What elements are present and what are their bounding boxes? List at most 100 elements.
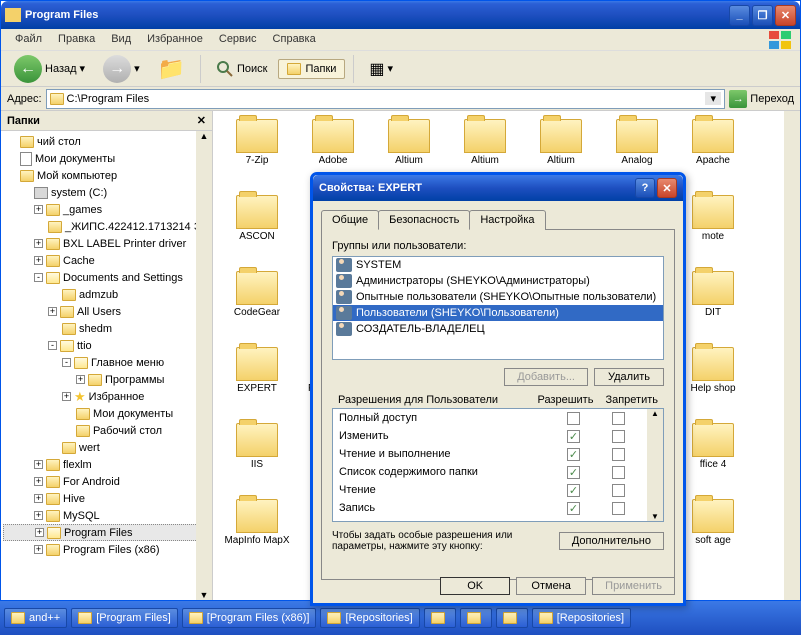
- folder-item[interactable]: IIS: [221, 423, 293, 495]
- plus-icon[interactable]: +: [35, 528, 44, 537]
- allow-checkbox[interactable]: ✓: [567, 430, 580, 443]
- remove-button[interactable]: Удалить: [594, 368, 664, 386]
- tab-general[interactable]: Общие: [321, 210, 379, 230]
- tree-item[interactable]: +Cache: [3, 252, 210, 269]
- tree-item[interactable]: +★Избранное: [3, 388, 210, 405]
- scrollbar[interactable]: [784, 111, 800, 600]
- close-button[interactable]: ✕: [775, 5, 796, 26]
- group-item[interactable]: Администраторы (SHEYKO\Администраторы): [333, 273, 663, 289]
- tree-item[interactable]: чий стол: [3, 133, 210, 150]
- deny-checkbox[interactable]: [612, 412, 625, 425]
- plus-icon[interactable]: +: [62, 392, 71, 401]
- tree-item[interactable]: +BXL LABEL Printer driver: [3, 235, 210, 252]
- minus-icon[interactable]: -: [34, 273, 43, 282]
- deny-checkbox[interactable]: [612, 430, 625, 443]
- titlebar[interactable]: Program Files _ ❐ ✕: [1, 1, 800, 29]
- tree-item[interactable]: +Program Files: [3, 524, 210, 541]
- folder-tree[interactable]: чий столМои документыМой компьютерsystem…: [1, 131, 212, 600]
- tree-item[interactable]: +All Users: [3, 303, 210, 320]
- menu-favorites[interactable]: Избранное: [139, 29, 211, 50]
- add-button[interactable]: Добавить...: [504, 368, 588, 386]
- help-button[interactable]: ?: [635, 178, 655, 198]
- scrollbar[interactable]: [196, 131, 212, 600]
- tab-customize[interactable]: Настройка: [469, 210, 545, 230]
- taskbar-button[interactable]: [Program Files (x86)]: [182, 608, 317, 628]
- menu-help[interactable]: Справка: [265, 29, 324, 50]
- maximize-button[interactable]: ❐: [752, 5, 773, 26]
- menu-file[interactable]: Файл: [7, 29, 50, 50]
- plus-icon[interactable]: +: [76, 375, 85, 384]
- allow-checkbox[interactable]: ✓: [567, 448, 580, 461]
- taskbar-button[interactable]: and++: [4, 608, 67, 628]
- folder-item[interactable]: ASCON: [221, 195, 293, 267]
- plus-icon[interactable]: +: [34, 460, 43, 469]
- plus-icon[interactable]: +: [34, 494, 43, 503]
- group-item[interactable]: Пользователи (SHEYKO\Пользователи): [333, 305, 663, 321]
- tree-item[interactable]: -Главное меню: [3, 354, 210, 371]
- allow-checkbox[interactable]: ✓: [567, 484, 580, 497]
- tree-item[interactable]: +For Android: [3, 473, 210, 490]
- cancel-button[interactable]: Отмена: [516, 577, 586, 595]
- folder-item[interactable]: EXPERT: [221, 347, 293, 419]
- folders-button[interactable]: Папки: [278, 59, 345, 79]
- up-button[interactable]: 📁: [151, 52, 192, 86]
- minus-icon[interactable]: -: [62, 358, 71, 367]
- folder-item[interactable]: MapInfo MapX: [221, 499, 293, 571]
- folder-item[interactable]: DIT: [677, 271, 749, 343]
- tree-item[interactable]: Рабочий стол: [3, 422, 210, 439]
- folder-item[interactable]: Apache: [677, 119, 749, 191]
- address-input[interactable]: C:\Program Files ▾: [46, 89, 726, 109]
- taskbar-button[interactable]: [496, 608, 528, 628]
- menu-view[interactable]: Вид: [103, 29, 139, 50]
- tree-item[interactable]: shedm: [3, 320, 210, 337]
- views-button[interactable]: ▦ ▾: [362, 55, 400, 83]
- taskbar-button[interactable]: [Program Files]: [71, 608, 178, 628]
- folder-item[interactable]: soft age: [677, 499, 749, 571]
- deny-checkbox[interactable]: [612, 502, 625, 515]
- plus-icon[interactable]: +: [34, 545, 43, 554]
- taskbar-button[interactable]: [424, 608, 456, 628]
- tree-item[interactable]: +Программы: [3, 371, 210, 388]
- minus-icon[interactable]: -: [48, 341, 57, 350]
- tree-item[interactable]: +flexlm: [3, 456, 210, 473]
- tree-item[interactable]: _ЖИПС.422412.1713214 Э4: [3, 218, 210, 235]
- plus-icon[interactable]: +: [34, 205, 43, 214]
- folder-item[interactable]: CodeGear: [221, 271, 293, 343]
- tree-item[interactable]: system (C:): [3, 184, 210, 201]
- tree-item[interactable]: admzub: [3, 286, 210, 303]
- taskbar-button[interactable]: [Repositories]: [532, 608, 631, 628]
- go-button[interactable]: → Переход: [729, 90, 794, 108]
- tree-item[interactable]: +_games: [3, 201, 210, 218]
- deny-checkbox[interactable]: [612, 484, 625, 497]
- taskbar-button[interactable]: [460, 608, 492, 628]
- close-button[interactable]: ✕: [657, 178, 677, 198]
- tree-item[interactable]: wert: [3, 439, 210, 456]
- groups-listbox[interactable]: SYSTEMАдминистраторы (SHEYKO\Администрат…: [332, 256, 664, 360]
- group-item[interactable]: СОЗДАТЕЛЬ-ВЛАДЕЛЕЦ: [333, 321, 663, 337]
- tree-item[interactable]: Мои документы: [3, 150, 210, 167]
- chevron-down-icon[interactable]: ▾: [705, 92, 721, 105]
- tree-item[interactable]: +Hive: [3, 490, 210, 507]
- menu-tools[interactable]: Сервис: [211, 29, 265, 50]
- group-item[interactable]: SYSTEM: [333, 257, 663, 273]
- plus-icon[interactable]: +: [34, 239, 43, 248]
- folder-item[interactable]: Help shop: [677, 347, 749, 419]
- folder-item[interactable]: ffice 4: [677, 423, 749, 495]
- allow-checkbox[interactable]: [567, 412, 580, 425]
- menu-edit[interactable]: Правка: [50, 29, 103, 50]
- allow-checkbox[interactable]: ✓: [567, 502, 580, 515]
- minimize-button[interactable]: _: [729, 5, 750, 26]
- plus-icon[interactable]: +: [34, 511, 43, 520]
- plus-icon[interactable]: +: [48, 307, 57, 316]
- scrollbar[interactable]: [647, 409, 663, 521]
- back-button[interactable]: ← Назад ▾: [7, 51, 92, 87]
- apply-button[interactable]: Применить: [592, 577, 675, 595]
- group-item[interactable]: Опытные пользователи (SHEYKO\Опытные пол…: [333, 289, 663, 305]
- plus-icon[interactable]: +: [34, 256, 43, 265]
- taskbar-button[interactable]: [Repositories]: [320, 608, 419, 628]
- ok-button[interactable]: OK: [440, 577, 510, 595]
- tree-item[interactable]: -Documents and Settings: [3, 269, 210, 286]
- tree-item[interactable]: -ttio: [3, 337, 210, 354]
- plus-icon[interactable]: +: [34, 477, 43, 486]
- tree-item[interactable]: +MySQL: [3, 507, 210, 524]
